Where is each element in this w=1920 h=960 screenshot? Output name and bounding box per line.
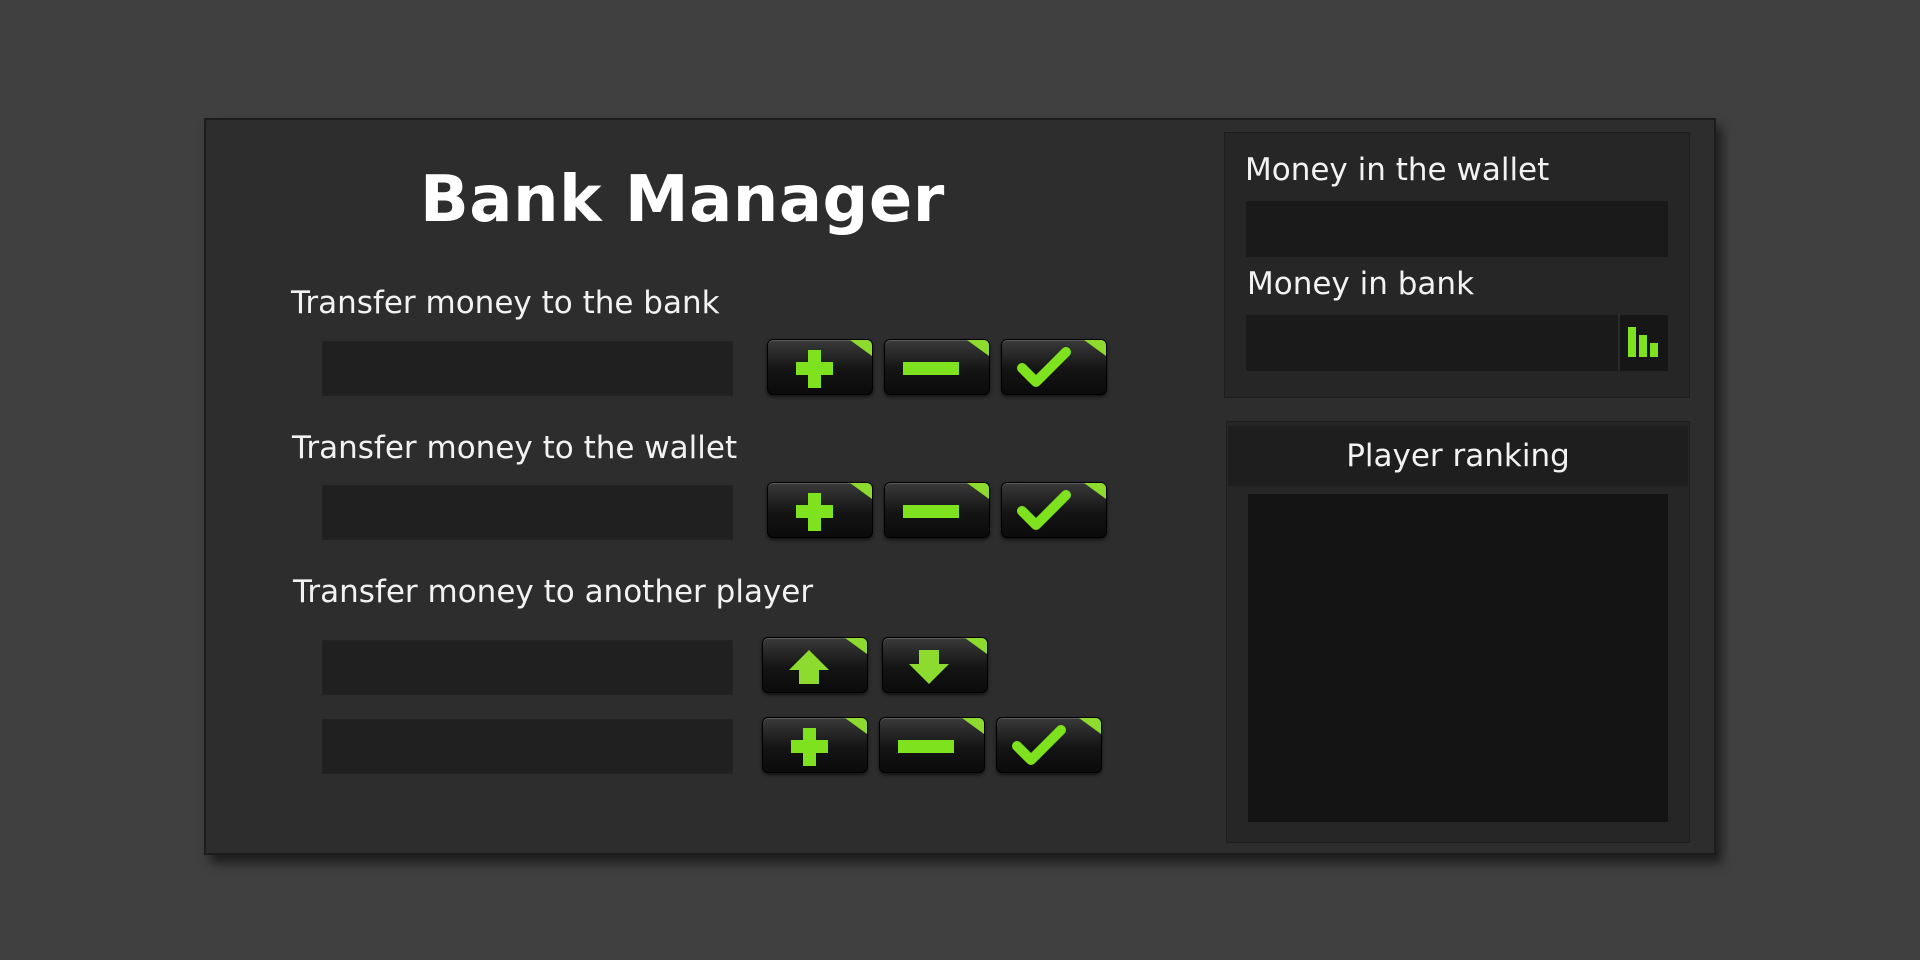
wallet-transfer-confirm-button[interactable] [1001, 482, 1107, 538]
arrow-up-icon [789, 650, 829, 684]
arrow-down-icon [909, 650, 949, 684]
player-transfer-confirm-button[interactable] [996, 717, 1102, 773]
wallet-transfer-decrease-button[interactable] [884, 482, 990, 538]
plus-icon [796, 493, 833, 531]
next-player-button[interactable] [882, 637, 988, 693]
plus-icon [796, 350, 833, 388]
bank-transfer-increase-button[interactable] [767, 339, 873, 395]
previous-player-button[interactable] [762, 637, 868, 693]
player-select-field[interactable] [322, 640, 733, 695]
transfer-to-player-label: Transfer money to another player [293, 574, 814, 610]
wallet-transfer-amount-input[interactable] [322, 485, 733, 540]
player-ranking-list[interactable] [1248, 494, 1668, 822]
plus-icon [791, 728, 828, 766]
statistics-button[interactable] [1618, 315, 1668, 371]
transfer-to-bank-label: Transfer money to the bank [291, 285, 720, 321]
transfer-to-wallet-label: Transfer money to the wallet [292, 430, 738, 466]
check-icon [1017, 490, 1071, 530]
minus-icon [898, 740, 954, 753]
player-ranking-header: Player ranking [1228, 426, 1688, 486]
wallet-transfer-increase-button[interactable] [767, 482, 873, 538]
player-transfer-amount-input[interactable] [322, 719, 733, 774]
check-icon [1017, 347, 1071, 387]
bank-transfer-decrease-button[interactable] [884, 339, 990, 395]
bank-balance-label: Money in bank [1247, 266, 1475, 302]
wallet-balance-display [1246, 201, 1668, 257]
player-transfer-increase-button[interactable] [762, 717, 868, 773]
bank-balance-display [1246, 315, 1668, 371]
minus-icon [903, 362, 959, 375]
player-transfer-decrease-button[interactable] [879, 717, 985, 773]
bank-transfer-confirm-button[interactable] [1001, 339, 1107, 395]
screen: Bank Manager Transfer money to the bank … [0, 0, 1920, 960]
bank-transfer-amount-input[interactable] [322, 341, 733, 396]
wallet-balance-label: Money in the wallet [1245, 152, 1550, 188]
page-title: Bank Manager [420, 163, 945, 237]
player-ranking-title: Player ranking [1346, 438, 1570, 474]
check-icon [1012, 725, 1066, 765]
minus-icon [903, 505, 959, 518]
bar-chart-icon [1628, 327, 1658, 357]
